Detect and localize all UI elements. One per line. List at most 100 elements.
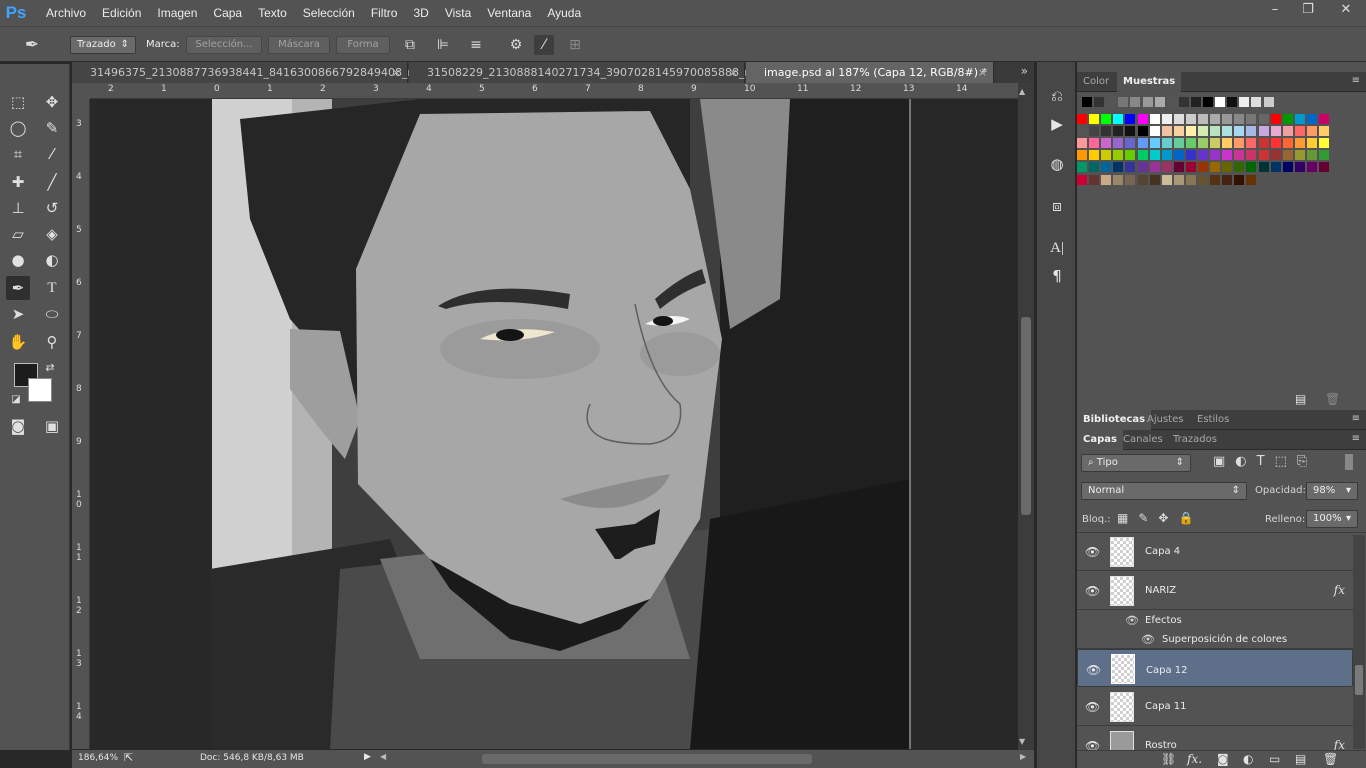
swatch[interactable]	[1258, 150, 1269, 161]
ellipse-tool-icon[interactable]: ⬭	[40, 302, 64, 326]
swatch[interactable]	[1222, 162, 1233, 173]
swatch[interactable]	[1270, 162, 1281, 173]
swatch[interactable]	[1113, 150, 1124, 161]
swatch[interactable]	[1270, 114, 1281, 124]
mascara-button[interactable]: Máscara	[268, 36, 330, 54]
swatch[interactable]	[1306, 150, 1317, 161]
ruler-origin[interactable]	[72, 83, 90, 99]
swatch[interactable]	[1142, 97, 1153, 107]
healing-brush-tool-icon[interactable]: ✚	[6, 170, 30, 194]
swatch[interactable]	[1210, 150, 1221, 161]
swatch[interactable]	[1319, 162, 1329, 173]
swatch[interactable]	[1137, 138, 1148, 149]
screen-mode-icon[interactable]: ▣	[40, 414, 64, 438]
swatch[interactable]	[1234, 138, 1245, 149]
layer-row-rostro[interactable]: 👁 Rostro fx	[1077, 727, 1353, 750]
swatch[interactable]	[1082, 97, 1092, 107]
swatch[interactable]	[1166, 97, 1177, 107]
swatch[interactable]	[1101, 162, 1112, 173]
swatch[interactable]	[1222, 174, 1233, 185]
swatch[interactable]	[1198, 126, 1208, 137]
swatch[interactable]	[1077, 138, 1087, 149]
scroll-down-arrow-icon[interactable]: ▼	[1019, 737, 1025, 746]
swatch[interactable]	[1282, 126, 1293, 137]
paragraph-icon[interactable]: ¶	[1045, 264, 1069, 288]
layers-scroll-thumb[interactable]	[1355, 665, 1363, 695]
layer-row-capa-12[interactable]: 👁 Capa 12	[1077, 649, 1353, 687]
swatch[interactable]	[1137, 174, 1148, 185]
swatch[interactable]	[1101, 138, 1112, 149]
eye-icon[interactable]: 👁	[1125, 614, 1139, 627]
menu-3d[interactable]: 3D	[405, 6, 436, 20]
tab-document-active[interactable]: image.psd al 187% (Capa 12, RGB/8#) * ×	[746, 62, 994, 83]
swatch[interactable]	[1161, 138, 1172, 149]
filter-type-icon[interactable]: T	[1257, 454, 1265, 469]
layer-effects-icon[interactable]: fx	[1334, 583, 1345, 597]
eye-icon[interactable]: 👁	[1085, 584, 1100, 598]
path-operations-icon[interactable]: ⧉	[400, 35, 420, 55]
swatch[interactable]	[1198, 174, 1208, 185]
swatch[interactable]	[1077, 174, 1087, 185]
lock-transparent-icon[interactable]: ▦	[1117, 511, 1128, 525]
swatch[interactable]	[1173, 114, 1184, 124]
swatch[interactable]	[1198, 162, 1208, 173]
adjustment-layer-icon[interactable]: ◐	[1243, 752, 1253, 766]
swatch[interactable]	[1185, 114, 1196, 124]
eye-icon[interactable]: 👁	[1086, 662, 1101, 678]
swatch[interactable]	[1246, 174, 1257, 185]
swatch[interactable]	[1258, 126, 1269, 137]
marquee-tool-icon[interactable]: ⬚	[6, 90, 30, 114]
panel-menu-icon[interactable]: ≡	[1352, 413, 1360, 424]
default-colors-icon[interactable]: ◪	[4, 388, 28, 412]
pen-tool-preset-icon[interactable]: ✒	[22, 35, 42, 55]
swatch[interactable]	[1222, 138, 1233, 149]
quick-mask-icon[interactable]: ◙	[6, 414, 30, 438]
swatch[interactable]	[1282, 138, 1293, 149]
swatch[interactable]	[1198, 114, 1208, 124]
swatch[interactable]	[1185, 150, 1196, 161]
swatch[interactable]	[1234, 174, 1245, 185]
swatch[interactable]	[1137, 114, 1148, 124]
swatch[interactable]	[1149, 138, 1160, 149]
swatch[interactable]	[1222, 126, 1233, 137]
swatch[interactable]	[1270, 138, 1281, 149]
swatch[interactable]	[1113, 114, 1124, 124]
close-tab-icon[interactable]: ×	[392, 62, 401, 83]
filter-shape-icon[interactable]: ⬚	[1275, 454, 1287, 469]
swatch[interactable]	[1125, 150, 1136, 161]
swatch[interactable]	[1210, 114, 1221, 124]
swatch[interactable]	[1173, 150, 1184, 161]
swatch[interactable]	[1125, 138, 1136, 149]
swatch[interactable]	[1125, 126, 1136, 137]
menu-ayuda[interactable]: Ayuda	[539, 6, 589, 20]
swatch[interactable]	[1077, 162, 1087, 173]
fill-input[interactable]: 100% ▾	[1306, 510, 1358, 528]
swatch[interactable]	[1282, 150, 1293, 161]
swatch[interactable]	[1270, 126, 1281, 137]
filter-smart-object-icon[interactable]: ⎘	[1297, 454, 1307, 469]
swatch[interactable]	[1294, 138, 1305, 149]
swatch[interactable]	[1306, 162, 1317, 173]
add-style-icon[interactable]: fx.	[1187, 752, 1202, 766]
filter-pixel-icon[interactable]: ▣	[1213, 454, 1225, 469]
vertical-ruler[interactable]: 3 4 5 6 7 8 9 1 0 1 1 1 2 1 3 1 4	[72, 99, 90, 749]
swatch[interactable]	[1154, 97, 1165, 107]
swatch[interactable]	[1294, 126, 1305, 137]
tab-adjustments[interactable]: Ajustes	[1141, 410, 1189, 430]
swatch[interactable]	[1251, 97, 1262, 107]
swatch[interactable]	[1089, 114, 1100, 124]
swatch[interactable]	[1113, 174, 1124, 185]
character-icon[interactable]: A|	[1045, 236, 1069, 260]
swatch[interactable]	[1258, 162, 1269, 173]
background-color-swatch[interactable]	[28, 378, 52, 402]
swatch[interactable]	[1089, 174, 1100, 185]
swatch[interactable]	[1089, 138, 1100, 149]
swatch[interactable]	[1125, 162, 1136, 173]
path-selection-tool-icon[interactable]: ➤	[6, 302, 30, 326]
eye-icon[interactable]: 👁	[1085, 700, 1100, 714]
menu-filtro[interactable]: Filtro	[363, 6, 406, 20]
swatch[interactable]	[1185, 126, 1196, 137]
path-alignment-icon[interactable]: ⊫	[433, 35, 453, 55]
swatch[interactable]	[1077, 150, 1087, 161]
tab-channels[interactable]: Canales	[1117, 430, 1169, 450]
